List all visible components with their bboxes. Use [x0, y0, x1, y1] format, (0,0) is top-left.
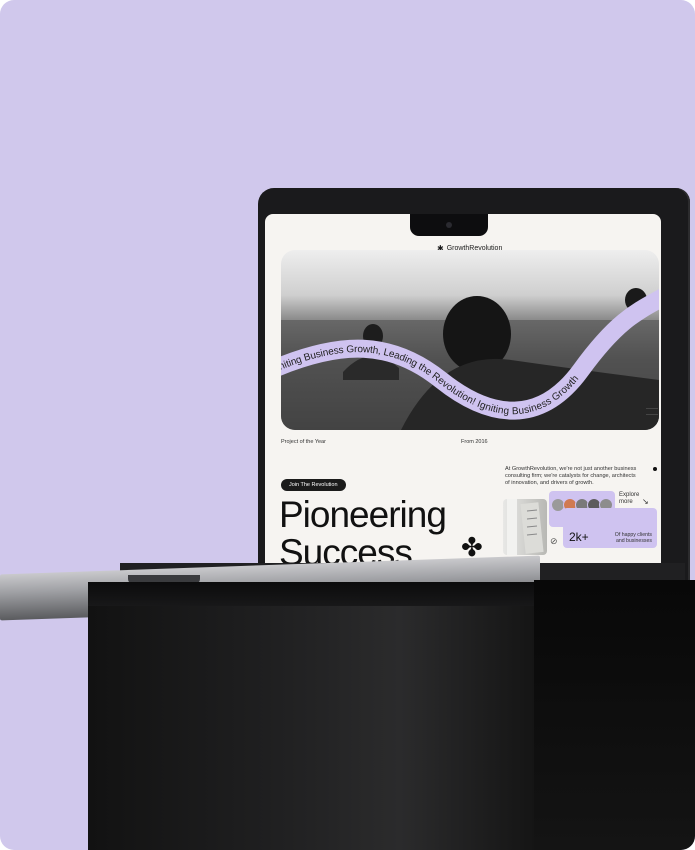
project-label: Project of the Year [281, 439, 326, 445]
about-text: At GrowthRevolution, we're not just anot… [505, 466, 637, 486]
menu-icon[interactable] [646, 408, 658, 415]
paper-thumbnail[interactable] [503, 499, 547, 555]
join-revolution-button[interactable]: Join The Revolution [281, 479, 346, 491]
pedestal-front [88, 606, 534, 850]
laptop-screen: ✱ GrowthRevolution Igniting Business G [265, 214, 661, 578]
headline-line-1: Pioneering [279, 494, 447, 535]
pedestal-side [534, 580, 695, 850]
mockup-backdrop: ✱ GrowthRevolution Igniting Business G [0, 0, 695, 850]
arrow-down-right-icon[interactable]: ↘ [642, 497, 649, 506]
paper-art [507, 499, 544, 555]
clients-caption: Of happy clients and businesses [614, 532, 652, 544]
explore-label: Explore more [619, 492, 640, 505]
hero-photo-art: Igniting Business Growth, Leading the Re… [281, 288, 659, 430]
explore-more-link[interactable]: Explore more [619, 492, 641, 506]
camera-icon [446, 222, 452, 228]
paperclip-icon: ⊘ [550, 536, 558, 546]
bullet-dot [653, 467, 657, 471]
since-label: From 2016 [461, 439, 488, 445]
clients-count: 2k+ [569, 530, 589, 544]
pinwheel-icon: ✤ [461, 532, 483, 562]
hero-image: Igniting Business Growth, Leading the Re… [281, 250, 659, 430]
